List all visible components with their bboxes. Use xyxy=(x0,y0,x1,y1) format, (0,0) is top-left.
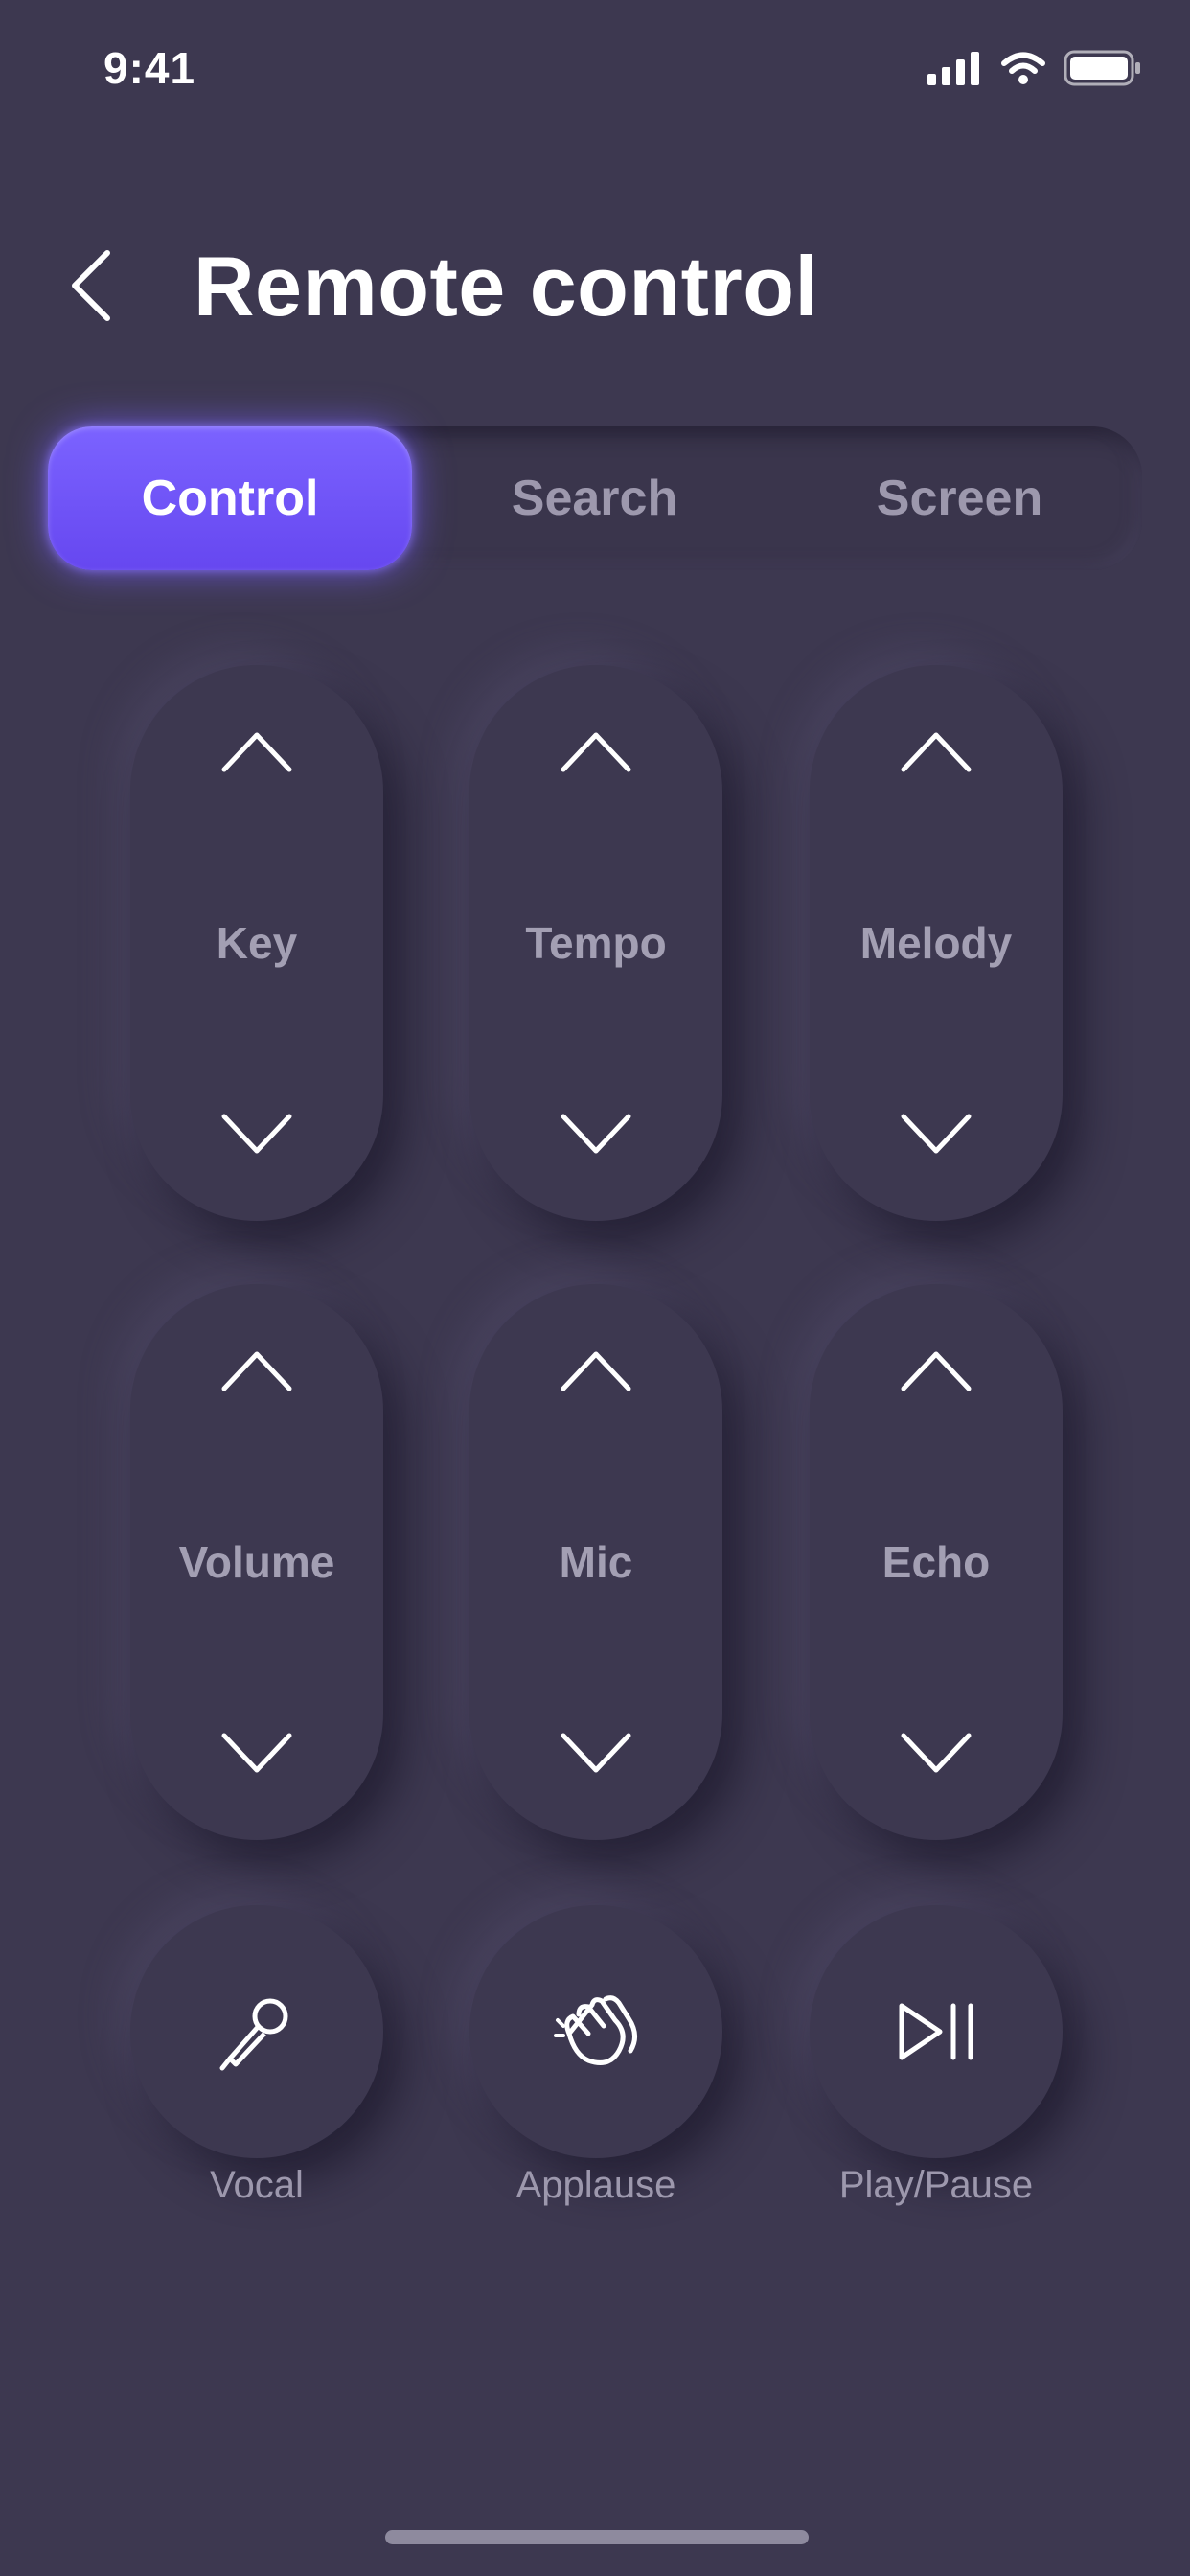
tab-screen[interactable]: Screen xyxy=(777,426,1142,570)
clapping-hands-icon xyxy=(554,1995,637,2065)
back-button[interactable] xyxy=(57,247,125,324)
volume-label: Volume xyxy=(178,1537,335,1587)
remote-control-screen: 9:41 Remote control Control Search Scree… xyxy=(0,0,1190,2576)
chevron-up-icon xyxy=(561,1351,631,1392)
applause-label: Applause xyxy=(515,2164,676,2206)
battery-icon xyxy=(1064,50,1140,86)
signal-icon xyxy=(927,52,979,85)
melody-control: Melody xyxy=(810,665,1063,1221)
tab-bar: Control Search Screen xyxy=(48,426,1142,570)
chevron-up-icon xyxy=(901,1351,972,1392)
mic-control: Mic xyxy=(469,1284,722,1840)
volume-control: Volume xyxy=(130,1284,383,1840)
melody-up-button[interactable] xyxy=(883,713,989,790)
wifi-icon xyxy=(1001,52,1045,84)
echo-up-button[interactable] xyxy=(883,1332,989,1409)
chevron-down-icon xyxy=(561,1733,631,1773)
tab-search[interactable]: Search xyxy=(412,426,777,570)
tempo-down-button[interactable] xyxy=(543,1096,649,1173)
volume-down-button[interactable] xyxy=(204,1715,309,1792)
chevron-left-icon xyxy=(72,250,110,321)
vocal-label: Vocal xyxy=(210,2164,304,2206)
vocal-button[interactable] xyxy=(130,1905,383,2158)
melody-down-button[interactable] xyxy=(883,1096,989,1173)
status-icons xyxy=(926,50,1142,86)
echo-control: Echo xyxy=(810,1284,1063,1840)
chevron-down-icon xyxy=(901,1114,972,1154)
key-control: Key xyxy=(130,665,383,1221)
echo-down-button[interactable] xyxy=(883,1715,989,1792)
status-time: 9:41 xyxy=(103,43,196,93)
chevron-up-icon xyxy=(901,732,972,772)
mic-up-button[interactable] xyxy=(543,1332,649,1409)
mic-down-button[interactable] xyxy=(543,1715,649,1792)
tab-control[interactable]: Control xyxy=(48,426,412,570)
tempo-up-button[interactable] xyxy=(543,713,649,790)
echo-label: Echo xyxy=(881,1537,991,1587)
tempo-label: Tempo xyxy=(525,918,667,968)
microphone-icon xyxy=(219,1998,288,2071)
applause-button[interactable] xyxy=(469,1905,722,2158)
tempo-control: Tempo xyxy=(469,665,722,1221)
volume-up-button[interactable] xyxy=(204,1332,309,1409)
key-label: Key xyxy=(216,918,298,968)
chevron-down-icon xyxy=(221,1733,292,1773)
page-title: Remote control xyxy=(194,239,819,334)
key-down-button[interactable] xyxy=(204,1096,309,1173)
chevron-up-icon xyxy=(221,1351,292,1392)
chevron-down-icon xyxy=(561,1114,631,1154)
chevron-up-icon xyxy=(561,732,631,772)
play-pause-label: Play/Pause xyxy=(838,2164,1034,2206)
chevron-down-icon xyxy=(901,1733,972,1773)
mic-label: Mic xyxy=(559,1537,633,1587)
home-indicator[interactable] xyxy=(385,2530,809,2544)
key-up-button[interactable] xyxy=(204,713,309,790)
melody-label: Melody xyxy=(859,918,1013,968)
chevron-down-icon xyxy=(221,1114,292,1154)
play-pause-icon xyxy=(899,2003,973,2060)
chevron-up-icon xyxy=(221,732,292,772)
play-pause-button[interactable] xyxy=(810,1905,1063,2158)
